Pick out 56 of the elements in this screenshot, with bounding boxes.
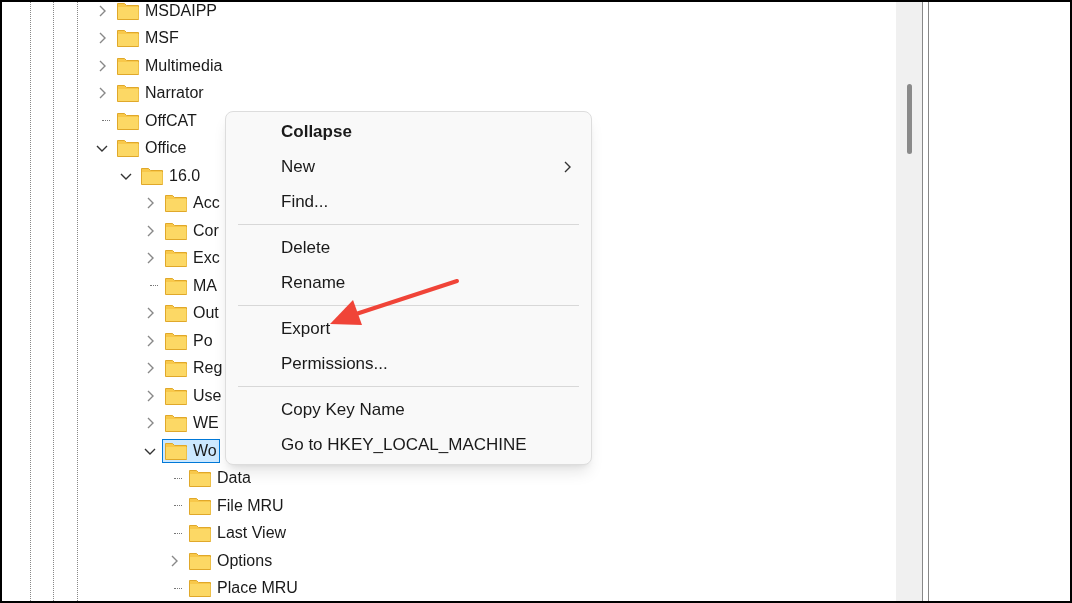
menu-item[interactable]: New (226, 149, 591, 184)
tree-item[interactable]: Place MRU (186, 576, 301, 601)
folder-icon (117, 111, 139, 130)
menu-item[interactable]: Go to HKEY_LOCAL_MACHINE (226, 427, 591, 462)
folder-icon (165, 441, 187, 460)
folder-icon (165, 304, 187, 323)
tree-item[interactable]: Multimedia (114, 53, 226, 78)
folder-icon (165, 331, 187, 350)
folder-icon (117, 56, 139, 75)
scrollbar[interactable] (896, 2, 922, 601)
folder-icon (117, 2, 139, 20)
tree-item[interactable]: MSF (114, 26, 182, 51)
tree-item[interactable]: MSDAIPP (114, 2, 220, 23)
tree-item[interactable]: OffCAT (114, 108, 200, 133)
tree-item[interactable]: Reg (162, 356, 226, 381)
folder-icon (165, 221, 187, 240)
tree-item[interactable]: Options (186, 548, 276, 573)
tree-item[interactable]: MA (162, 273, 220, 298)
splitter[interactable] (922, 2, 929, 601)
folder-icon (165, 359, 187, 378)
folder-icon (189, 524, 211, 543)
tree-item[interactable]: Office (114, 136, 190, 161)
tree-item[interactable]: Wo (162, 438, 220, 463)
tree-item[interactable]: Po (162, 328, 216, 353)
menu-item[interactable]: Export (226, 311, 591, 346)
folder-icon (189, 496, 211, 515)
tree-item[interactable]: Cor (162, 218, 222, 243)
folder-icon (117, 84, 139, 103)
folder-icon (189, 469, 211, 488)
folder-icon (189, 551, 211, 570)
menu-item[interactable]: Delete (226, 230, 591, 265)
tree-item[interactable]: Out (162, 301, 222, 326)
folder-icon (165, 414, 187, 433)
folder-icon (141, 166, 163, 185)
folder-icon (189, 579, 211, 598)
folder-icon (165, 249, 187, 268)
tree-item[interactable]: Acc (162, 191, 223, 216)
tree-item[interactable]: Use (162, 383, 225, 408)
tree-item[interactable]: 16.0 (138, 163, 204, 188)
menu-item[interactable]: Copy Key Name (226, 392, 591, 427)
folder-icon (165, 276, 187, 295)
menu-item[interactable]: Collapse (226, 114, 591, 149)
scroll-thumb[interactable] (906, 84, 912, 154)
folder-icon (117, 29, 139, 48)
tree-item[interactable]: File MRU (186, 493, 287, 518)
tree-item[interactable]: Data (186, 466, 254, 491)
menu-item[interactable]: Find... (226, 184, 591, 219)
menu-item[interactable]: Permissions... (226, 346, 591, 381)
tree-item[interactable]: WE (162, 411, 222, 436)
tree-item[interactable]: Narrator (114, 81, 207, 106)
tree-item[interactable]: Last View (186, 521, 290, 546)
folder-icon (165, 194, 187, 213)
tree-item[interactable]: Exc (162, 246, 223, 271)
folder-icon (117, 139, 139, 158)
folder-icon (165, 386, 187, 405)
menu-item[interactable]: Rename (226, 265, 591, 300)
